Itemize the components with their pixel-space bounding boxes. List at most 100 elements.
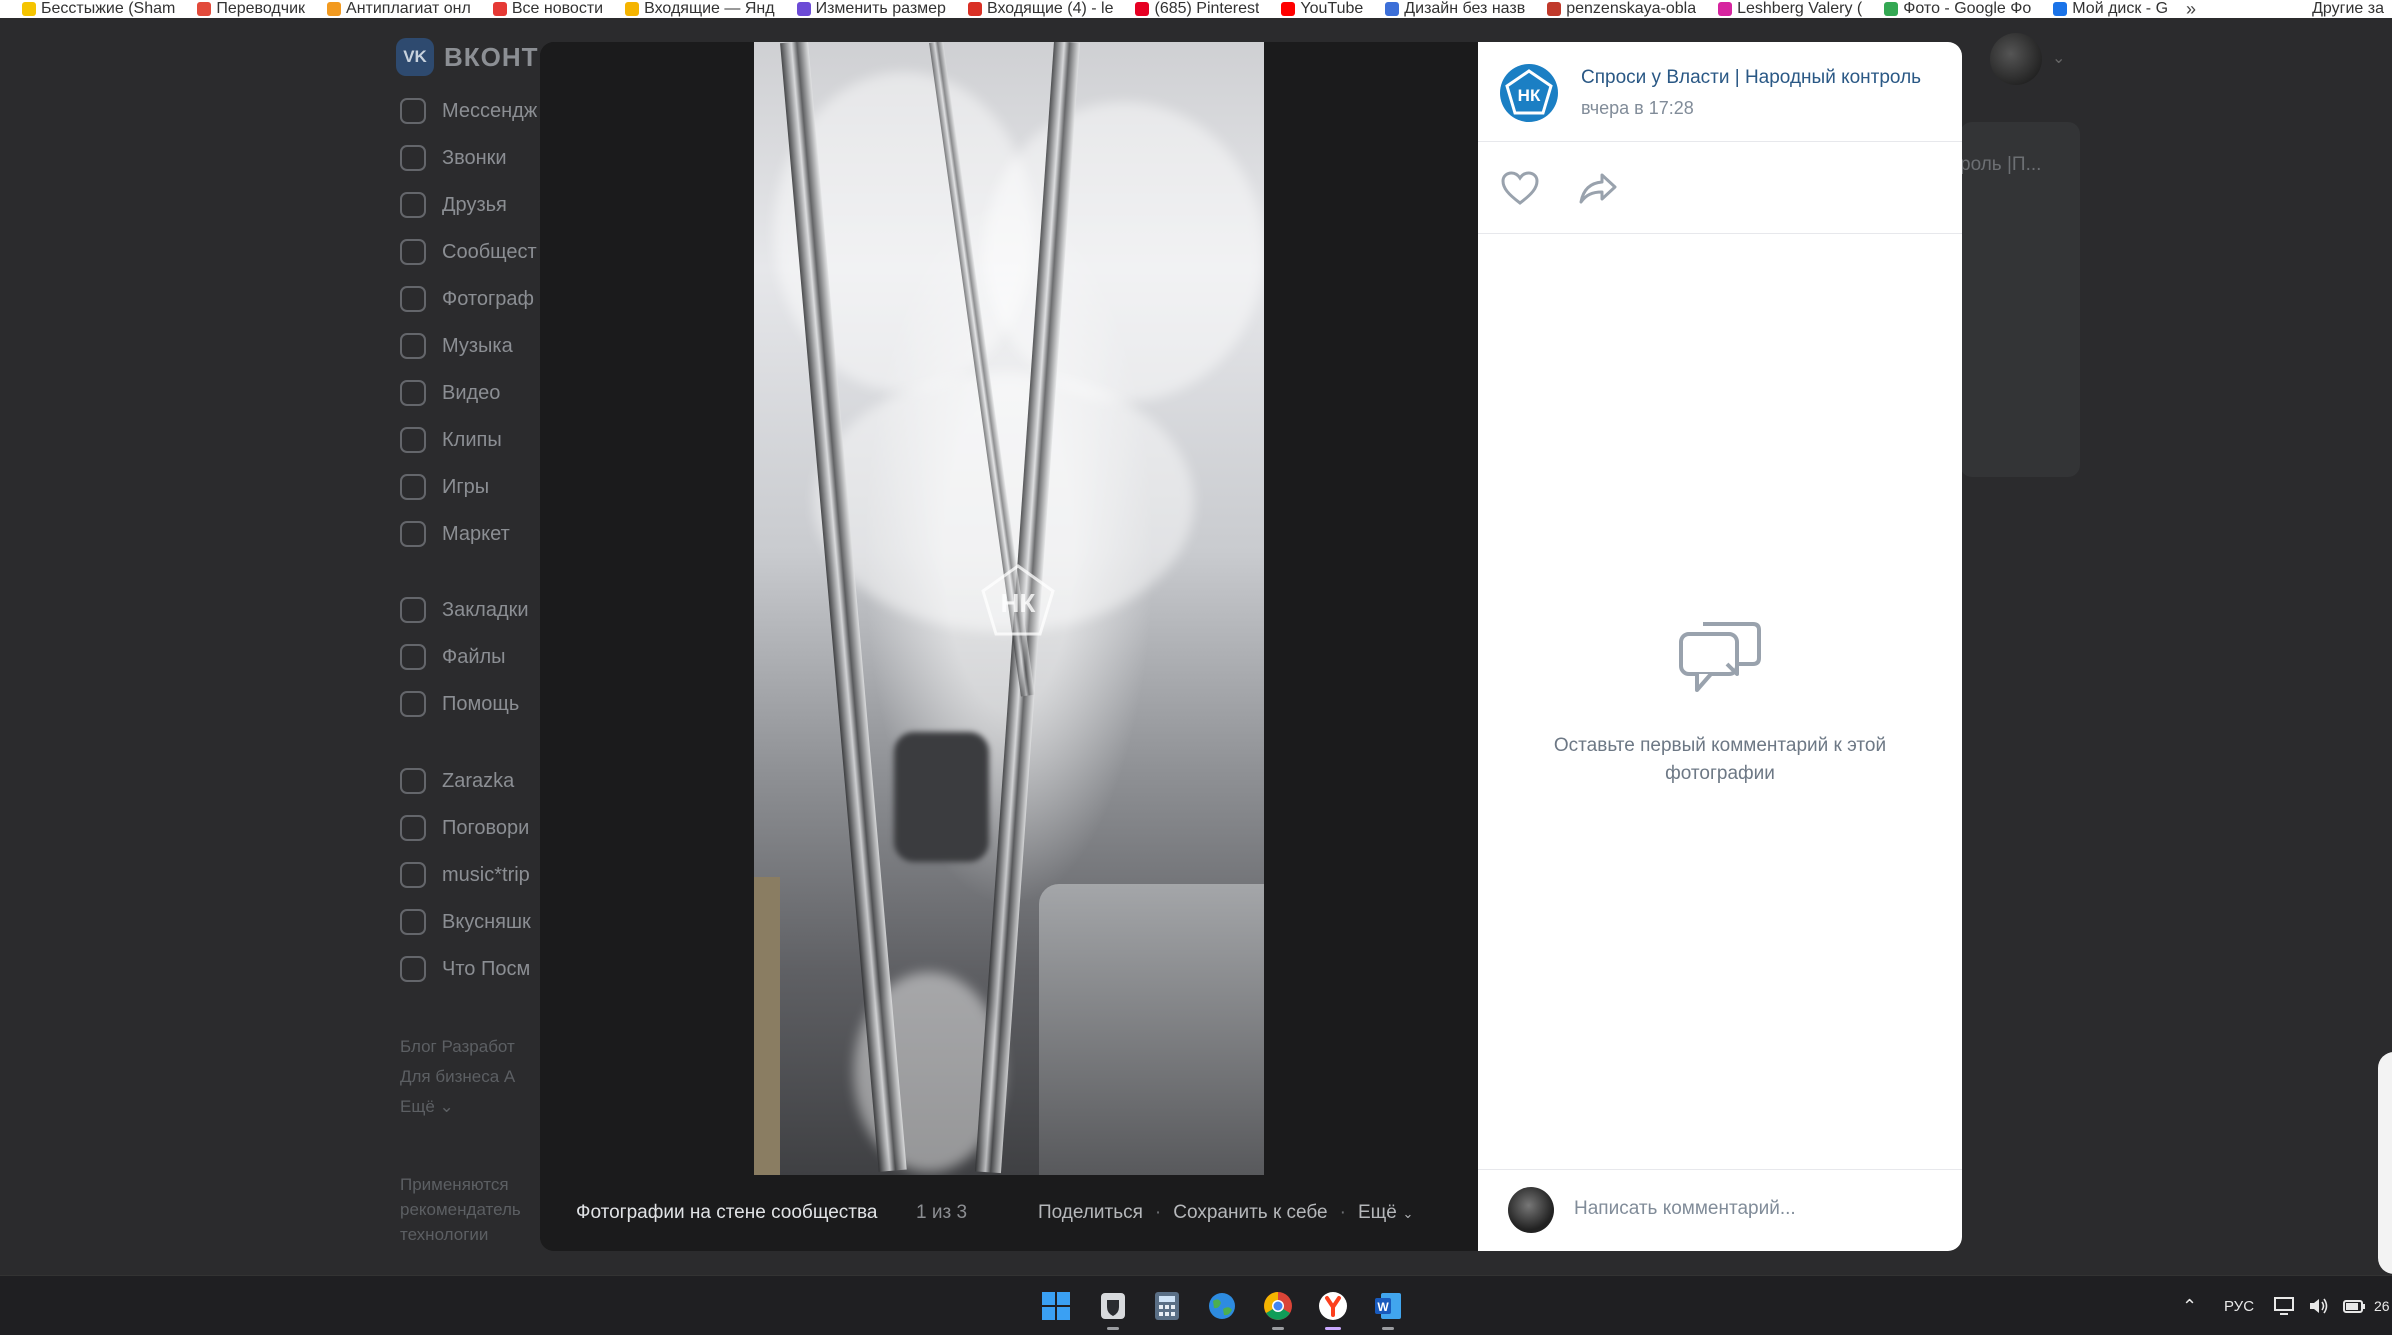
sidebar-item[interactable]: Игры: [400, 474, 489, 500]
bookmark-label: Антиплагиат онл: [346, 0, 471, 17]
volume-icon: [2310, 1298, 2328, 1314]
post-header: НК Спроси у Власти | Народный контроль в…: [1478, 42, 1962, 142]
user-avatar[interactable]: [1990, 33, 2042, 85]
sidebar-item[interactable]: Маркет: [400, 521, 510, 547]
sidebar-item[interactable]: Помощь: [400, 691, 519, 717]
community-avatar[interactable]: НК: [1500, 64, 1558, 122]
photo-icon: [400, 286, 426, 312]
sidebar-item[interactable]: Zarazka: [400, 768, 514, 794]
sidebar-item[interactable]: Музыка: [400, 333, 513, 359]
sidebar-item[interactable]: Закладки: [400, 597, 529, 623]
bookmark-item[interactable]: Антиплагиат онл: [327, 0, 471, 18]
post-actions: [1478, 142, 1962, 234]
tray-icons[interactable]: [2274, 1276, 2366, 1335]
edge-widget[interactable]: [2378, 1052, 2392, 1274]
bookmark-item[interactable]: penzenskaya-obla: [1547, 0, 1696, 18]
sidebar-item[interactable]: Поговори: [400, 815, 529, 841]
calculator-icon[interactable]: [1147, 1286, 1187, 1326]
earth-browser-icon[interactable]: [1202, 1286, 1242, 1326]
communities-icon: [400, 239, 426, 265]
bookmark-label: Входящие (4) - le: [986, 0, 1114, 17]
bookmark-item[interactable]: Входящие — Янд: [625, 0, 775, 18]
windows-taskbar: W ⌃ РУС 26: [0, 1275, 2392, 1335]
sidebar-item-label: Клипы: [442, 428, 502, 451]
separator-dot: ·: [1154, 1202, 1162, 1223]
bookmark-item[interactable]: YouTube: [1281, 0, 1363, 18]
vk-logo-text: ВКОНТ: [444, 41, 539, 72]
sidebar-item[interactable]: Файлы: [400, 644, 506, 670]
bookmark-item[interactable]: Дизайн без назв: [1385, 0, 1525, 18]
sidebar-item[interactable]: Клипы: [400, 427, 502, 453]
save-to-self-link[interactable]: Сохранить к себе: [1173, 1202, 1327, 1224]
chevron-down-icon[interactable]: ⌄: [2052, 48, 2065, 68]
right-card-text: роль |П...: [1960, 154, 2042, 175]
photo-side-panel: НК Спроси у Власти | Народный контроль в…: [1478, 42, 1962, 1251]
comment-input[interactable]: [1574, 1182, 1944, 1236]
sidebar-item[interactable]: Мессендж: [400, 98, 537, 124]
word-icon[interactable]: W: [1368, 1286, 1408, 1330]
album-caption[interactable]: Фотографии на стене сообщества: [576, 1202, 877, 1224]
bookmark-label: Фото - Google Фо: [1903, 0, 2032, 17]
chrome-icon[interactable]: [1258, 1286, 1298, 1330]
sidebar-item[interactable]: music*trip: [400, 862, 530, 888]
language-indicator[interactable]: РУС: [2224, 1276, 2254, 1335]
sidebar-item[interactable]: Фотограф: [400, 286, 534, 312]
group-icon: [400, 768, 426, 794]
bookmark-item[interactable]: Входящие (4) - le: [967, 0, 1114, 18]
community-name-link[interactable]: Спроси у Власти | Народный контроль: [1581, 67, 1941, 89]
bookmark-favicon-icon: [1884, 2, 1899, 16]
bookmark-item[interactable]: Изменить размер: [796, 0, 946, 18]
separator-dot: ·: [1339, 1202, 1346, 1223]
sidebar-item[interactable]: Сообщест: [400, 239, 537, 265]
sidebar-item[interactable]: Звонки: [400, 145, 507, 171]
vk-logo[interactable]: VK ВКОНТ: [396, 38, 539, 76]
sidebar-item[interactable]: Что Посм: [400, 956, 530, 982]
sidebar-item-label: Zarazka: [442, 769, 515, 792]
footer-link-row-1[interactable]: Блог Разработ: [400, 1037, 515, 1057]
bookmark-label: Изменить размер: [815, 0, 946, 17]
footer-note-2: рекомендатель: [400, 1200, 521, 1219]
sidebar-item-label: Игры: [442, 475, 490, 498]
svg-text:W: W: [1377, 1300, 1389, 1314]
post-time[interactable]: вчера в 17:28: [1581, 98, 1694, 119]
footer-link-row-2[interactable]: Для бизнеса А: [400, 1067, 515, 1087]
other-bookmarks[interactable]: Другие за: [2302, 0, 2392, 18]
bookmark-favicon-icon: [796, 2, 811, 16]
share-arrow-icon[interactable]: [1578, 170, 1618, 206]
bookmark-item[interactable]: (685) Pinterest: [1135, 0, 1259, 18]
clock-fragment[interactable]: 26: [2374, 1276, 2390, 1335]
windows-start-icon[interactable]: [1036, 1286, 1076, 1326]
bookmark-item[interactable]: Все новости: [492, 0, 603, 18]
bookmark-favicon-icon: [1385, 2, 1400, 16]
bookmark-label: (685) Pinterest: [1154, 0, 1260, 17]
photo-image[interactable]: НК: [754, 42, 1264, 1175]
file-icon: [400, 644, 426, 670]
bookmarks-overflow-button[interactable]: »: [2186, 0, 2196, 18]
footer-more-link[interactable]: Ещё ⌄: [400, 1097, 454, 1117]
bitwarden-icon[interactable]: [1093, 1286, 1133, 1330]
battery-icon: [2343, 1300, 2365, 1313]
right-card: роль |П...: [1960, 122, 2080, 477]
heart-icon[interactable]: [1500, 170, 1540, 206]
help-icon: [400, 691, 426, 717]
bookmark-item[interactable]: Переводчик: [197, 0, 305, 18]
share-link[interactable]: Поделиться: [1038, 1202, 1143, 1224]
sidebar-item-label: Что Посм: [442, 957, 531, 980]
bookmark-item[interactable]: Мой диск - G: [2053, 0, 2168, 18]
tray-chevron-up-icon[interactable]: ⌃: [2182, 1276, 2197, 1335]
bookmark-item[interactable]: Leshberg Valery (: [1718, 0, 1862, 18]
photo-wall: [754, 877, 780, 1175]
photo-actions: Поделиться · Сохранить к себе · Ещё ⌄: [1038, 1202, 1413, 1224]
sidebar-item-label: Фотограф: [442, 287, 534, 310]
bookmark-item[interactable]: Бесстыжие (Sham: [22, 0, 175, 18]
monitor-icon: [2274, 1297, 2294, 1315]
sidebar-item[interactable]: Видео: [400, 380, 500, 406]
bookmark-favicon-icon: [967, 2, 982, 16]
sidebar-item[interactable]: Вкусняшк: [400, 909, 531, 935]
more-menu[interactable]: Ещё ⌄: [1358, 1202, 1413, 1224]
yandex-browser-icon[interactable]: [1313, 1286, 1353, 1330]
bookmark-label: Дизайн без назв: [1404, 0, 1526, 17]
chevron-down-icon: ⌄: [1398, 1206, 1414, 1221]
sidebar-item[interactable]: Друзья: [400, 192, 507, 218]
bookmark-item[interactable]: Фото - Google Фо: [1884, 0, 2031, 18]
